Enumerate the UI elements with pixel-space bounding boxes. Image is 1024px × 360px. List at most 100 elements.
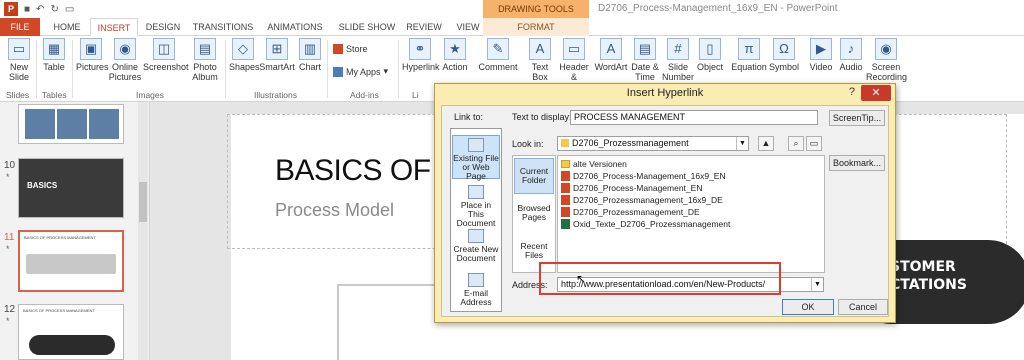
tab-review[interactable]: REVIEW: [404, 18, 444, 36]
tab-slide-show[interactable]: SLIDE SHOW: [336, 18, 398, 36]
tab-format[interactable]: FORMAT: [483, 18, 589, 36]
ok-button[interactable]: OK: [782, 299, 834, 315]
store-button[interactable]: Store: [333, 44, 368, 54]
slide-title[interactable]: BASICS OF: [275, 154, 431, 188]
folder-icon: [561, 139, 569, 147]
file-list-item[interactable]: D2706_Prozessmanagement_16x9_DE: [561, 194, 723, 206]
file-list-item[interactable]: D2706_Prozessmanagement_DE: [561, 206, 700, 218]
text-box-button[interactable]: A Text Box: [527, 38, 553, 82]
slide-thumbnail-11[interactable]: BASICS OF PROCESS MANAGEMENT: [18, 230, 124, 292]
cancel-button[interactable]: Cancel: [838, 299, 888, 315]
slideshow-icon[interactable]: ▭: [65, 4, 74, 15]
new-slide-button[interactable]: ▭ New Slide: [4, 38, 34, 82]
group-slides-label: Slides: [6, 90, 30, 100]
smartart-button[interactable]: ⊞ SmartArt: [259, 38, 295, 72]
tab-insert[interactable]: INSERT: [90, 18, 138, 36]
look-in-label: Look in:: [512, 139, 544, 149]
screen-recording-button[interactable]: ◉ Screen Recording: [866, 38, 907, 82]
text-to-display-input[interactable]: PROCESS MANAGEMENT: [570, 110, 818, 125]
link-to-place-in-document[interactable]: Place in This Document: [452, 183, 500, 228]
look-in-value: D2706_Prozessmanagement: [572, 138, 689, 148]
date-time-button[interactable]: ▤ Date & Time: [630, 38, 660, 82]
my-apps-button[interactable]: My Apps ▾: [333, 66, 388, 77]
tab-transitions[interactable]: TRANSITIONS: [190, 18, 256, 36]
link-to-existing-file[interactable]: Existing File or Web Page: [452, 135, 500, 181]
shapes-button[interactable]: ◇ Shapes: [229, 38, 260, 72]
shape-text-line-2: CTATIONS: [890, 277, 967, 293]
up-folder-button[interactable]: ▲: [758, 136, 774, 151]
action-button[interactable]: ★ Action: [440, 38, 470, 72]
powerpoint-file-icon: [561, 171, 570, 181]
file-list-item[interactable]: D2706_Process-Management_EN: [561, 182, 702, 194]
comment-button[interactable]: ✎ Comment: [478, 38, 518, 72]
globe-file-icon: [468, 138, 484, 152]
dropdown-arrow-icon: ▾: [383, 66, 389, 76]
thumbnails-scrollbar[interactable]: [138, 102, 148, 360]
chart-label: Chart: [298, 62, 321, 72]
file-list-item[interactable]: alte Versionen: [561, 158, 627, 170]
scrollbar-thumb[interactable]: [139, 182, 147, 222]
group-separator: [327, 40, 328, 98]
tab-file[interactable]: FILE: [0, 18, 40, 36]
pictures-button[interactable]: ▣ Pictures: [76, 38, 109, 72]
video-label: Video: [809, 62, 833, 72]
equation-button[interactable]: π Equation: [730, 38, 768, 72]
hyperlink-button[interactable]: ⚭ Hyperlink: [402, 38, 440, 72]
wordart-button[interactable]: A WordArt: [594, 38, 628, 72]
dropdown-arrow-icon: ▼: [736, 137, 748, 150]
undo-icon[interactable]: ↶: [36, 4, 44, 15]
table-button[interactable]: ▦ Table: [40, 38, 68, 72]
animation-star-icon: *: [6, 316, 10, 326]
audio-button[interactable]: ♪ Audio: [838, 38, 864, 72]
redo-icon[interactable]: ↻: [50, 4, 58, 15]
audio-label: Audio: [839, 62, 863, 72]
slide-number-11: 11: [4, 232, 15, 243]
browse-web-button[interactable]: ⌕: [788, 136, 804, 151]
chart-button[interactable]: ▥ Chart: [297, 38, 323, 72]
save-icon[interactable]: ■: [24, 4, 30, 15]
link-to-email-label: E-mail Address: [460, 288, 492, 307]
slide-number-label: Slide Number: [662, 62, 695, 82]
link-to-create-new-document[interactable]: Create New Document: [452, 227, 500, 267]
object-button[interactable]: ▯ Object: [696, 38, 724, 72]
screenshot-button[interactable]: ◫ Screenshot: [143, 38, 189, 72]
slide-subtitle[interactable]: Process Model: [275, 200, 394, 221]
mouse-cursor-icon: ↖: [576, 272, 587, 286]
tab-animations[interactable]: ANIMATIONS: [262, 18, 328, 36]
tab-design[interactable]: DESIGN: [140, 18, 186, 36]
file-name: alte Versionen: [573, 159, 627, 169]
slide-thumbnail-9[interactable]: [18, 104, 124, 144]
photo-album-button[interactable]: ▤ Photo Album: [188, 38, 222, 82]
group-separator: [72, 40, 73, 98]
browse-file-button[interactable]: ▭: [806, 136, 822, 151]
powerpoint-logo-icon: P: [4, 2, 18, 16]
close-button[interactable]: ✕: [861, 85, 891, 101]
slide-thumbnail-10[interactable]: BASICS: [18, 158, 124, 218]
file-list: alte Versionen D2706_Process-Management_…: [557, 155, 825, 273]
help-button[interactable]: ?: [849, 86, 855, 98]
slide-number-button[interactable]: # Slide Number: [662, 38, 694, 82]
thumbnail-title: BASICS OF PROCESS MANAGEMENT: [23, 308, 95, 313]
online-pictures-button[interactable]: ◉ Online Pictures: [108, 38, 142, 82]
browsed-pages-tab[interactable]: Browsed Pages: [514, 198, 554, 232]
link-to-email-address[interactable]: E-mail Address: [452, 271, 500, 311]
tab-home[interactable]: HOME: [44, 18, 90, 36]
bookmark-button[interactable]: Bookmark...: [829, 155, 885, 171]
wordart-icon: A: [600, 38, 622, 60]
tab-view[interactable]: VIEW: [452, 18, 484, 36]
dialog-title: Insert Hyperlink: [626, 87, 704, 99]
dropdown-arrow-icon[interactable]: ▼: [811, 278, 823, 291]
text-box-label: Text Box: [531, 62, 549, 82]
symbol-button[interactable]: Ω Symbol: [768, 38, 800, 72]
comment-label: Comment: [478, 62, 518, 72]
slide-thumbnail-12[interactable]: BASICS OF PROCESS MANAGEMENT: [18, 304, 124, 360]
link-to-label: Link to:: [454, 112, 484, 122]
current-folder-tab[interactable]: Current Folder: [514, 158, 554, 194]
file-list-item[interactable]: Oxid_Texte_D2706_Prozessmanagement: [561, 218, 730, 230]
screentip-button[interactable]: ScreenTip...: [829, 110, 885, 126]
video-button[interactable]: ▶ Video: [808, 38, 834, 72]
object-label: Object: [696, 62, 723, 72]
file-list-item[interactable]: D2706_Process-Management_16x9_EN: [561, 170, 726, 182]
hyperlink-label: Hyperlink: [402, 62, 440, 72]
look-in-select[interactable]: D2706_Prozessmanagement ▼: [557, 136, 749, 151]
